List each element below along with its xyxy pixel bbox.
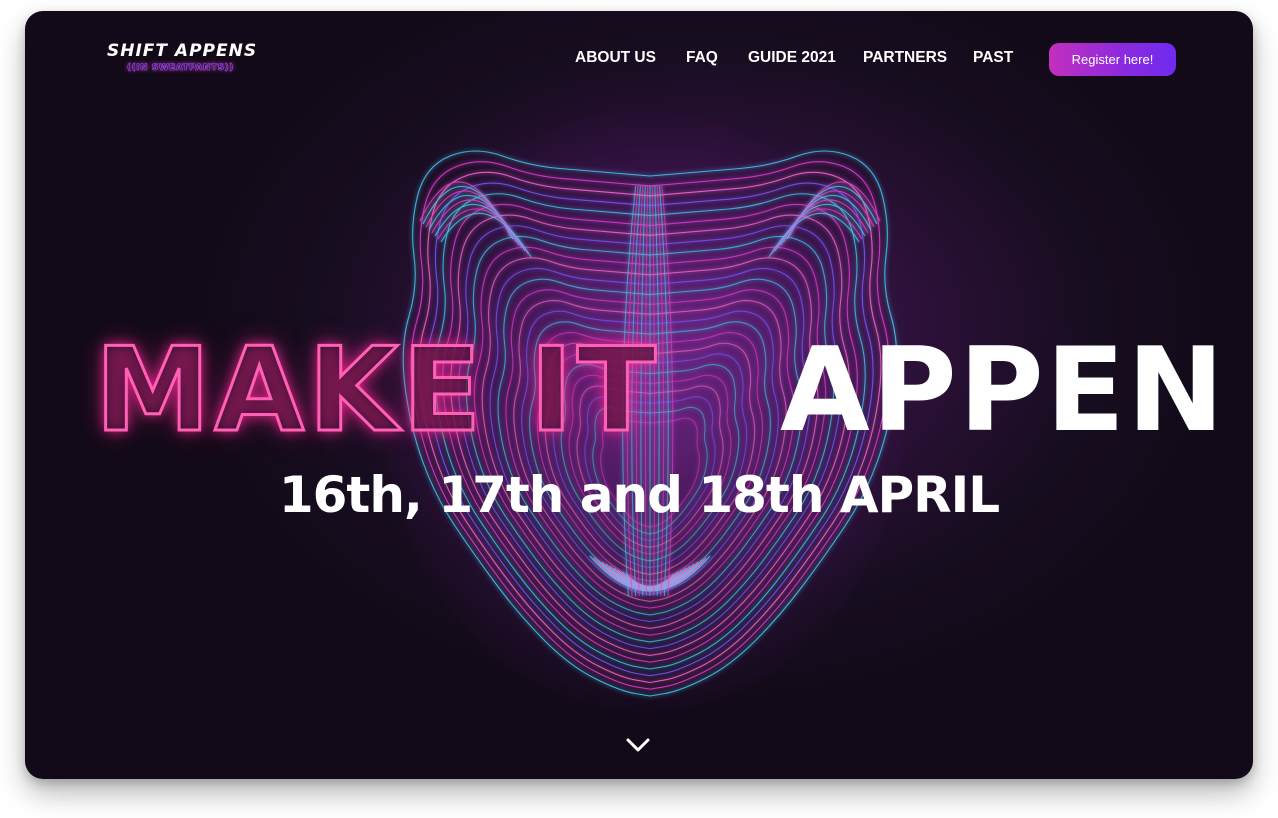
headline-solid-text: APPEN bbox=[780, 323, 1227, 458]
nav-item-partners[interactable]: PARTNERS bbox=[863, 49, 947, 67]
logo-wordmark: SHIFT APPENS bbox=[107, 41, 258, 61]
nav-item-guide[interactable]: GUIDE 2021 bbox=[748, 49, 836, 67]
hero-section: SHIFT APPENS ((IN SWEATPANTS)) ABOUT US … bbox=[25, 11, 1253, 779]
nav-item-about-us[interactable]: ABOUT US bbox=[575, 49, 656, 67]
register-button[interactable]: Register here! bbox=[1049, 43, 1176, 76]
event-dates: 16th, 17th and 18th APRIL bbox=[278, 466, 1000, 524]
nav-item-faq[interactable]: FAQ bbox=[686, 49, 718, 67]
headline-outline-text: MAKE IT bbox=[93, 323, 661, 458]
logo-tagline: ((IN SWEATPANTS)) bbox=[127, 63, 234, 74]
nav-item-past[interactable]: PAST bbox=[973, 49, 1013, 67]
hero-headline: MAKE IT APPEN bbox=[93, 323, 1224, 458]
logo[interactable]: SHIFT APPENS ((IN SWEATPANTS)) bbox=[107, 41, 257, 81]
chevron-down-icon[interactable] bbox=[625, 736, 651, 754]
